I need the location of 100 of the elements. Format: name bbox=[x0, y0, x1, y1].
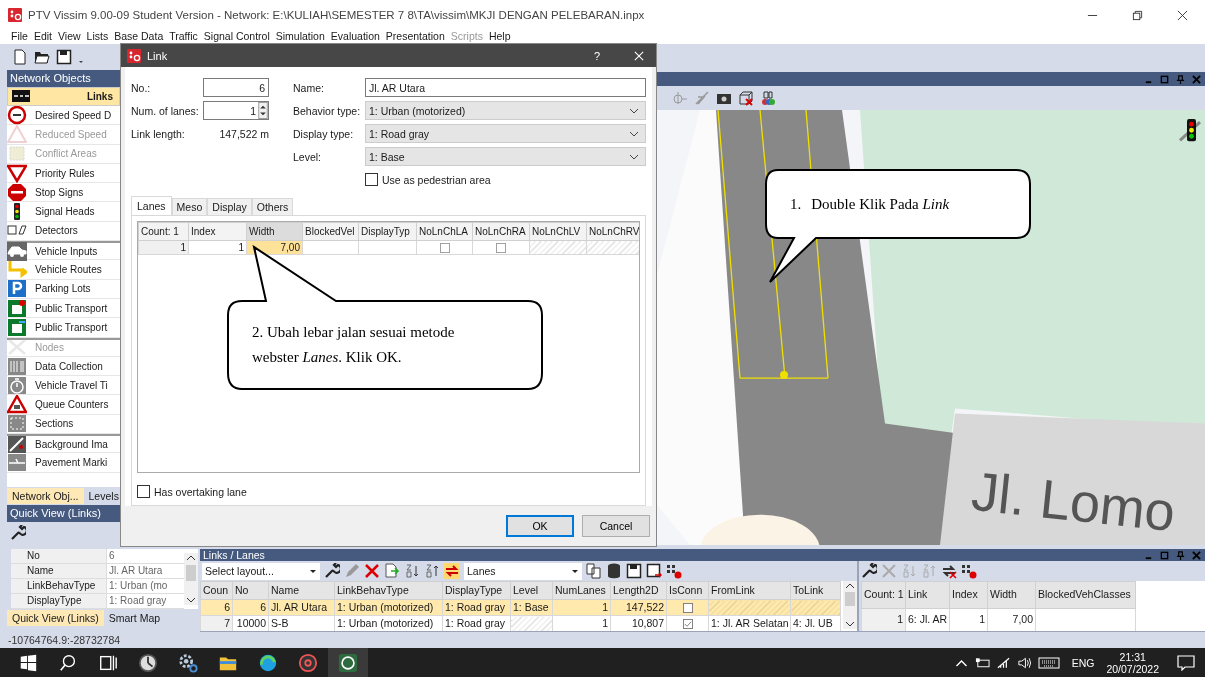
column-header[interactable]: Index bbox=[949, 581, 988, 609]
wrench-icon[interactable] bbox=[861, 563, 877, 579]
maximize-icon[interactable] bbox=[1160, 550, 1169, 560]
behavior-type-dropdown[interactable]: 1: Urban (motorized) bbox=[365, 101, 646, 120]
menu-item[interactable]: Edit bbox=[33, 30, 52, 42]
delete-icon[interactable] bbox=[364, 563, 380, 579]
column-header[interactable]: NoLnChRA bbox=[472, 222, 530, 241]
network-object-item[interactable]: Detectors bbox=[7, 221, 120, 242]
layout-dropdown[interactable]: Select layout... bbox=[202, 562, 320, 580]
search-icon[interactable] bbox=[58, 652, 78, 673]
name-field[interactable]: Jl. AR Utara bbox=[365, 78, 646, 97]
column-header[interactable]: DisplayTyp bbox=[358, 222, 417, 241]
network-object-item[interactable]: Parking Lots bbox=[7, 279, 120, 299]
battery-icon[interactable] bbox=[974, 655, 990, 670]
ok-button[interactable]: OK bbox=[506, 515, 574, 537]
network-object-item[interactable]: Background Ima bbox=[7, 434, 120, 454]
number-field[interactable]: 6 bbox=[203, 78, 269, 97]
windows-logo-icon[interactable] bbox=[18, 652, 38, 673]
relation-dropdown[interactable]: Lanes bbox=[464, 562, 582, 580]
menu-item[interactable]: File bbox=[11, 30, 28, 42]
maximize-icon[interactable] bbox=[1160, 74, 1169, 84]
network-object-item[interactable]: Pavement Marki bbox=[7, 453, 120, 473]
grid-add-icon[interactable] bbox=[666, 563, 682, 579]
panel-tab[interactable]: Quick View (Links) bbox=[7, 610, 104, 626]
network-object-item[interactable]: Sections bbox=[7, 414, 120, 435]
column-header[interactable]: NoLnChLV bbox=[529, 222, 587, 241]
menu-item[interactable]: Signal Control bbox=[203, 30, 270, 42]
tab[interactable]: Lanes bbox=[131, 196, 172, 215]
network-object-item[interactable]: Links bbox=[7, 87, 120, 106]
network-object-item[interactable]: Stop Signs bbox=[7, 183, 120, 203]
network-object-item[interactable]: Vehicle Routes bbox=[7, 260, 120, 280]
menu-item[interactable]: Presentation bbox=[385, 30, 445, 42]
menu-item[interactable]: Base Data bbox=[114, 30, 164, 42]
save-as-icon[interactable] bbox=[646, 563, 662, 579]
language-indicator[interactable]: ENG bbox=[1071, 656, 1095, 669]
checkbox[interactable] bbox=[682, 619, 693, 630]
column-header[interactable]: Level bbox=[510, 581, 553, 600]
column-header[interactable]: Index bbox=[188, 222, 247, 241]
property-value[interactable]: 6 bbox=[107, 549, 184, 563]
wifi-icon[interactable] bbox=[995, 655, 1011, 670]
tab[interactable]: Others bbox=[251, 198, 294, 215]
pin-icon[interactable] bbox=[1176, 550, 1185, 560]
column-header[interactable]: Coun bbox=[200, 581, 233, 600]
new-file-icon[interactable] bbox=[12, 49, 28, 65]
checkbox[interactable] bbox=[439, 243, 450, 254]
sync-icon[interactable] bbox=[444, 563, 460, 579]
column-header[interactable]: BlockedVel bbox=[302, 222, 359, 241]
network-object-item[interactable]: Data Collection bbox=[7, 356, 120, 377]
network-object-item[interactable]: Queue Counters bbox=[7, 395, 120, 415]
column-header[interactable]: DisplayType bbox=[442, 581, 511, 600]
wrench-icon[interactable] bbox=[324, 563, 340, 579]
property-value[interactable]: 1: Urban (mo bbox=[107, 579, 184, 593]
menu-item[interactable]: Lists bbox=[86, 30, 109, 42]
column-header[interactable]: NoLnChLA bbox=[416, 222, 473, 241]
disc-icon[interactable] bbox=[298, 652, 318, 673]
column-header[interactable]: BlockedVehClasses bbox=[1035, 581, 1136, 609]
column-header[interactable]: NumLanes bbox=[552, 581, 611, 600]
column-header[interactable]: No bbox=[232, 581, 269, 600]
checkbox-label[interactable]: Use as pedestrian area bbox=[382, 173, 491, 186]
wrench-icon[interactable] bbox=[10, 525, 26, 541]
menu-item[interactable]: View bbox=[58, 30, 81, 42]
checkbox[interactable] bbox=[137, 485, 150, 498]
open-folder-icon[interactable] bbox=[34, 49, 50, 65]
column-header[interactable]: Link bbox=[905, 581, 950, 609]
tab[interactable]: Meso bbox=[171, 198, 208, 215]
tab[interactable]: Display bbox=[207, 198, 252, 215]
column-header[interactable]: Width bbox=[987, 581, 1036, 609]
scrollbar[interactable] bbox=[843, 581, 857, 629]
notification-icon[interactable] bbox=[1177, 654, 1195, 671]
clock-icon[interactable] bbox=[138, 652, 158, 673]
keyboard-icon[interactable] bbox=[1037, 655, 1060, 670]
checkbox[interactable] bbox=[365, 173, 378, 186]
save-icon[interactable] bbox=[626, 563, 642, 579]
checkbox-label[interactable]: Has overtaking lane bbox=[154, 485, 247, 498]
panel-tab[interactable]: Smart Map bbox=[103, 610, 166, 626]
panel-tab[interactable]: Levels bbox=[83, 488, 124, 504]
checkbox[interactable] bbox=[682, 603, 693, 614]
menu-item[interactable]: Simulation bbox=[275, 30, 325, 42]
network-object-item[interactable]: Priority Rules bbox=[7, 163, 120, 184]
column-header[interactable]: Length2D bbox=[610, 581, 667, 600]
network-object-item[interactable]: Vehicle Inputs bbox=[7, 241, 120, 261]
3d-view-icon[interactable] bbox=[760, 90, 776, 106]
menu-item[interactable]: Help bbox=[488, 30, 511, 42]
network-object-item[interactable]: Signal Heads bbox=[7, 202, 120, 222]
property-value[interactable]: Jl. AR Utara bbox=[107, 564, 184, 578]
speaker-icon[interactable] bbox=[1016, 655, 1032, 670]
sort-descending-icon[interactable] bbox=[424, 563, 440, 579]
clock-time[interactable]: 21:31 bbox=[1119, 650, 1146, 663]
lanes-spinner[interactable]: 1 bbox=[203, 101, 269, 120]
panel-tab[interactable]: Network Obj... bbox=[7, 488, 84, 504]
column-header[interactable]: IsConn bbox=[666, 581, 709, 600]
pin-icon[interactable] bbox=[1176, 74, 1185, 84]
spinner-arrows-icon[interactable] bbox=[258, 102, 268, 119]
column-header[interactable]: Name bbox=[268, 581, 335, 600]
column-header[interactable]: FromLink bbox=[708, 581, 791, 600]
menu-item[interactable]: Evaluation bbox=[330, 30, 380, 42]
cube-delete-icon[interactable] bbox=[738, 90, 754, 106]
network-object-item[interactable]: Public Transport bbox=[7, 318, 120, 338]
sort-ascending-icon[interactable] bbox=[404, 563, 420, 579]
checkbox[interactable] bbox=[496, 243, 506, 254]
